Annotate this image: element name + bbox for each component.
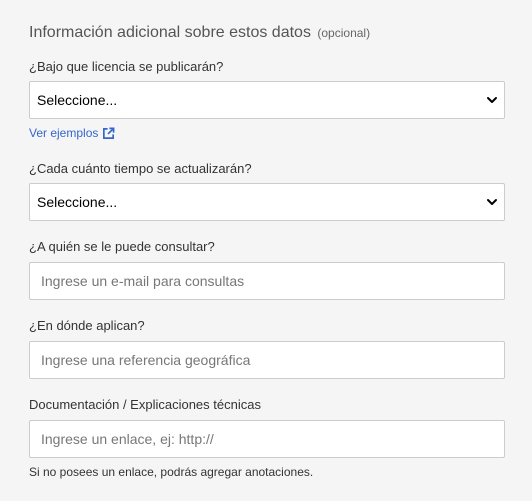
location-placeholder: Ingrese una referencia geográfica: [41, 352, 251, 368]
location-label: ¿En dónde aplican?: [29, 318, 145, 333]
chevron-down-icon: [487, 199, 497, 205]
documentation-link-input[interactable]: Ingrese un enlace, ej: http://: [29, 420, 505, 458]
chevron-down-icon: [487, 97, 497, 103]
examples-link-text: Ver ejemplos: [29, 126, 99, 140]
location-input[interactable]: Ingrese una referencia geográfica: [29, 341, 505, 379]
section-title-text: Información adicional sobre estos datos: [29, 24, 311, 41]
frequency-select-value: Seleccione...: [37, 194, 118, 210]
contact-label: ¿A quién se le puede consultar?: [29, 239, 215, 254]
external-link-icon: [103, 127, 115, 139]
contact-email-placeholder: Ingrese un e-mail para consultas: [41, 273, 245, 289]
documentation-label: Documentación / Explicaciones técnicas: [29, 397, 261, 412]
frequency-label: ¿Cada cuánto tiempo se actualizarán?: [29, 161, 252, 176]
license-select[interactable]: Seleccione...: [29, 81, 505, 119]
section-title: Información adicional sobre estos datos …: [29, 24, 370, 42]
examples-link[interactable]: Ver ejemplos: [29, 126, 115, 140]
documentation-hint: Si no posees un enlace, podrás agregar a…: [29, 465, 314, 479]
frequency-select[interactable]: Seleccione...: [29, 183, 505, 221]
license-label: ¿Bajo que licencia se publicarán?: [29, 59, 224, 74]
license-select-value: Seleccione...: [37, 92, 118, 108]
documentation-placeholder: Ingrese un enlace, ej: http://: [41, 431, 214, 447]
optional-tag: (opcional): [317, 26, 371, 40]
contact-email-input[interactable]: Ingrese un e-mail para consultas: [29, 262, 505, 300]
